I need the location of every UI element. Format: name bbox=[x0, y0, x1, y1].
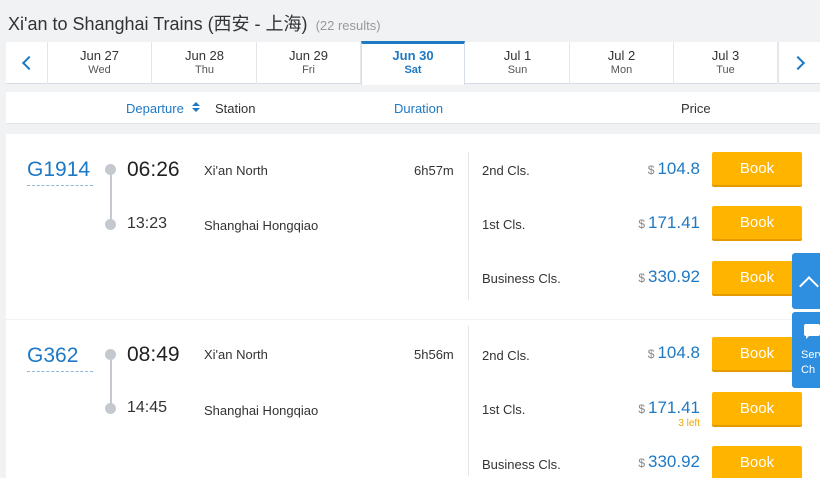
price-value: 171.41 bbox=[648, 398, 700, 417]
result-count: (22 results) bbox=[315, 18, 381, 33]
currency: $ bbox=[638, 402, 645, 416]
price-value: 171.41 bbox=[648, 213, 700, 232]
page-title-text: Xi'an to Shanghai Trains (西安 - 上海) bbox=[8, 14, 308, 34]
duration: 5h56m bbox=[414, 347, 454, 362]
currency: $ bbox=[638, 456, 645, 470]
seat-class: 2nd Cls. bbox=[482, 163, 530, 178]
sort-icon[interactable] bbox=[192, 102, 200, 114]
from-station: Xi'an North bbox=[204, 163, 268, 178]
seat-price: $104.8 bbox=[648, 343, 700, 363]
date-tab-date: Jun 29 bbox=[288, 48, 329, 63]
book-button[interactable]: Book bbox=[712, 392, 802, 425]
date-tab-weekday: Mon bbox=[610, 64, 633, 76]
prev-dates-button[interactable] bbox=[6, 42, 48, 84]
train-card: G1914 06:26 13:23 Xi'an North Shanghai H… bbox=[6, 134, 820, 319]
arrive-dot bbox=[105, 403, 116, 414]
route-line bbox=[110, 175, 112, 219]
date-tab-date: Jul 1 bbox=[503, 48, 532, 63]
date-tab-date: Jun 30 bbox=[392, 48, 434, 63]
arrive-time: 14:45 bbox=[127, 399, 168, 416]
date-tab-date: Jul 2 bbox=[607, 48, 636, 63]
route-line bbox=[110, 360, 112, 404]
seat-price: $171.41 bbox=[638, 213, 700, 233]
duration: 6h57m bbox=[414, 163, 454, 178]
title-bar: Xi'an to Shanghai Trains (西安 - 上海) (22 re… bbox=[0, 0, 820, 42]
column-header: Departure Station Duration Price bbox=[6, 92, 820, 124]
divider bbox=[468, 326, 469, 476]
date-tab-1[interactable]: Jun 28 Thu bbox=[153, 42, 257, 84]
to-station: Shanghai Hongqiao bbox=[204, 403, 319, 418]
seat-price: $330.92 bbox=[638, 267, 700, 287]
arrow-up-icon bbox=[799, 276, 819, 296]
seat-class: 1st Cls. bbox=[482, 402, 526, 417]
currency: $ bbox=[638, 271, 645, 285]
service-label-line2: Ch bbox=[801, 364, 816, 376]
page-title: Xi'an to Shanghai Trains (西安 - 上海) (22 re… bbox=[8, 10, 381, 36]
divider bbox=[468, 152, 469, 300]
seat-price: $104.8 bbox=[648, 159, 700, 179]
price-value: 330.92 bbox=[648, 267, 700, 286]
date-tab-date: Jun 27 bbox=[79, 48, 120, 63]
train-number[interactable]: G362 bbox=[27, 344, 93, 372]
depart-time: 06:26 bbox=[127, 158, 180, 181]
customer-service-button[interactable]: Serv Ch bbox=[792, 312, 820, 388]
column-price: Price bbox=[681, 101, 711, 116]
chat-icon bbox=[804, 324, 820, 339]
arrive-dot bbox=[105, 219, 116, 230]
service-label-line1: Serv bbox=[801, 349, 820, 361]
book-button[interactable]: Book bbox=[712, 337, 802, 370]
book-button[interactable]: Book bbox=[712, 261, 802, 294]
chevron-right-icon bbox=[790, 55, 805, 71]
date-tab-weekday: Tue bbox=[716, 64, 735, 76]
depart-dot bbox=[105, 349, 116, 360]
seat-class: Business Cls. bbox=[482, 271, 561, 286]
currency: $ bbox=[647, 347, 655, 361]
depart-time: 08:49 bbox=[127, 343, 180, 366]
arrive-time: 13:23 bbox=[127, 215, 168, 232]
column-station: Station bbox=[215, 101, 256, 116]
to-station: Shanghai Hongqiao bbox=[204, 218, 319, 233]
book-button[interactable]: Book bbox=[712, 446, 802, 478]
next-dates-button[interactable] bbox=[778, 42, 820, 84]
train-number[interactable]: G1914 bbox=[27, 158, 93, 186]
back-to-top-button[interactable] bbox=[792, 253, 820, 309]
seat-class: 2nd Cls. bbox=[482, 348, 530, 363]
currency: $ bbox=[638, 217, 645, 231]
depart-dot bbox=[105, 164, 116, 175]
date-tab-date: Jun 28 bbox=[184, 48, 225, 63]
date-tab-0[interactable]: Jun 27 Wed bbox=[48, 42, 152, 84]
seats-left-note: 3 left bbox=[678, 418, 700, 429]
seat-price: $171.41 bbox=[638, 398, 700, 418]
book-button[interactable]: Book bbox=[712, 206, 802, 239]
date-tab-4[interactable]: Jul 1 Sun bbox=[466, 42, 570, 84]
date-tab-weekday: Thu bbox=[195, 64, 214, 76]
date-strip: Jun 27 Wed Jun 28 Thu Jun 29 Fri Jun 30 Sat … bbox=[6, 41, 820, 85]
train-card: G362 08:49 14:45 Xi'an North Shanghai Ho… bbox=[6, 320, 820, 478]
sort-departure[interactable]: Departure bbox=[126, 101, 184, 116]
currency: $ bbox=[647, 163, 655, 177]
seat-price: $330.92 bbox=[638, 452, 700, 472]
date-tab-weekday: Wed bbox=[88, 64, 111, 76]
service-label: Serv Ch bbox=[801, 348, 820, 378]
date-tab-5[interactable]: Jul 2 Mon bbox=[570, 42, 674, 84]
date-tab-3-selected[interactable]: Jun 30 Sat bbox=[361, 41, 465, 85]
price-value: 330.92 bbox=[648, 452, 700, 471]
from-station: Xi'an North bbox=[204, 347, 268, 362]
date-tab-weekday: Fri bbox=[302, 64, 315, 76]
date-tab-weekday: Sun bbox=[507, 64, 528, 76]
price-value: 104.8 bbox=[657, 343, 700, 362]
date-tab-2[interactable]: Jun 29 Fri bbox=[257, 42, 361, 84]
date-tab-6[interactable]: Jul 3 Tue bbox=[674, 42, 778, 84]
book-button[interactable]: Book bbox=[712, 152, 802, 185]
sort-duration[interactable]: Duration bbox=[394, 101, 443, 116]
seat-class: 1st Cls. bbox=[482, 217, 526, 232]
chevron-left-icon bbox=[21, 55, 36, 71]
seat-class: Business Cls. bbox=[482, 457, 561, 472]
date-tab-date: Jul 3 bbox=[711, 48, 740, 63]
price-value: 104.8 bbox=[657, 159, 700, 178]
date-tab-weekday: Sat bbox=[404, 64, 422, 76]
